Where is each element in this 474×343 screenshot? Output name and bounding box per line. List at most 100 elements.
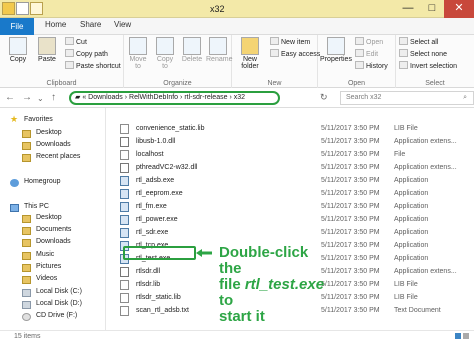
table-row[interactable]: rtl_sdr.exe 5/11/2017 3:50 PM Application [106, 227, 474, 240]
invert-selection-icon [399, 61, 408, 69]
table-row[interactable]: rtl_eeprom.exe 5/11/2017 3:50 PM Applicati… [106, 188, 474, 201]
document-icon [120, 124, 129, 134]
copy-to-button[interactable]: Copy to [153, 37, 177, 70]
table-row[interactable]: rtl_fm.exe 5/11/2017 3:50 PM Application [106, 201, 474, 214]
select-none-button[interactable]: Select none [399, 49, 447, 58]
properties-icon [327, 37, 345, 55]
exe-icon [120, 189, 129, 199]
minimize-button[interactable]: — [396, 0, 420, 18]
highlight-box [123, 246, 196, 260]
select-group-label: Select [425, 80, 445, 87]
open-button[interactable]: Open [355, 37, 383, 46]
new-item-button[interactable]: New item [270, 37, 310, 46]
nav-this-pc-pictures[interactable]: Pictures [22, 263, 61, 275]
homegroup-icon [10, 179, 19, 187]
back-button[interactable]: ← [5, 92, 15, 103]
tab-file[interactable]: File [0, 18, 34, 35]
table-row[interactable]: convenience_static.lib 5/11/2017 3:50 PM L… [106, 123, 474, 136]
nav-favorites-recent-places[interactable]: Recent places [22, 153, 80, 165]
delete-button[interactable]: Delete [180, 37, 204, 63]
breadcrumb-x32[interactable]: x32 [234, 94, 245, 101]
select-all-button[interactable]: Select all [399, 37, 438, 46]
maximize-button[interactable]: □ [420, 0, 444, 18]
table-row[interactable]: libusb-1.0.dll 5/11/2017 3:50 PM Applicati… [106, 136, 474, 149]
instruction-callout: Double-click the file rtl_test.exe to st… [219, 245, 334, 325]
clipboard-group: Copy Paste Cut Copy path Paste shortcut … [0, 35, 124, 88]
up-button[interactable]: ↑ [51, 92, 56, 103]
status-bar: 15 items [0, 330, 474, 343]
tab-share[interactable]: Share [80, 20, 101, 29]
search-input[interactable]: Search x32 ⌕ [340, 91, 474, 105]
copy-button[interactable]: Copy [6, 37, 30, 63]
copy-path-button[interactable]: Copy path [65, 49, 108, 58]
table-row[interactable]: localhost 5/11/2017 3:50 PM File [106, 149, 474, 162]
nav-favorites-desktop[interactable]: Desktop [22, 129, 62, 141]
close-button[interactable]: ✕ [444, 0, 474, 18]
invert-selection-button[interactable]: Invert selection [399, 61, 457, 70]
new-folder-button[interactable]: New folder [234, 37, 266, 70]
folder-icon[interactable] [2, 2, 15, 15]
nav-this-pc-videos[interactable]: Videos [22, 275, 57, 287]
title-bar: x32 — □ ✕ [0, 0, 474, 18]
easy-access-button[interactable]: Easy access [270, 49, 320, 58]
dll-icon [120, 137, 129, 147]
nav-homegroup[interactable]: Homegroup [10, 178, 61, 190]
document-icon[interactable] [16, 2, 29, 15]
history-button[interactable]: History [355, 61, 388, 70]
nav-this-pc-documents[interactable]: Documents [22, 226, 71, 238]
callout-line-1: Double-click the [219, 244, 309, 277]
new-folder-icon [241, 37, 259, 55]
exe-icon [120, 228, 129, 238]
paste-shortcut-icon [65, 61, 74, 69]
new-item-icon [270, 37, 279, 45]
nav-favorites-downloads[interactable]: Downloads [22, 141, 71, 153]
nav-local-disk-c[interactable]: Local Disk (C:) [22, 288, 82, 300]
breadcrumb[interactable]: ▰ « Downloads › RelWithDebInfo › rtl-sdr… [69, 91, 280, 105]
pictures-folder-icon [22, 264, 31, 272]
copy-icon [9, 37, 27, 55]
forward-button[interactable]: → [22, 92, 32, 103]
breadcrumb-relwithdebinfo[interactable]: RelWithDebInfo [129, 94, 178, 101]
table-row[interactable]: pthreadVC2-w32.dll 5/11/2017 3:50 PM Appli… [106, 162, 474, 175]
breadcrumb-rtl-sdr-release[interactable]: rtl-sdr-release [184, 94, 227, 101]
breadcrumb-downloads[interactable]: Downloads [88, 94, 123, 101]
nav-local-disk-d[interactable]: Local Disk (D:) [22, 300, 82, 312]
nav-this-pc-desktop[interactable]: Desktop [22, 214, 62, 226]
tab-home[interactable]: Home [45, 20, 66, 29]
nav-this-pc-downloads[interactable]: Downloads [22, 238, 71, 250]
desktop-folder-icon [22, 130, 31, 138]
cut-button[interactable]: Cut [65, 37, 87, 46]
paste-button[interactable]: Paste [34, 37, 60, 63]
paste-icon [38, 37, 56, 55]
document-icon [120, 280, 129, 290]
organize-group: Move to Copy to Delete Rename Organize [124, 35, 232, 88]
save-icon[interactable] [30, 2, 43, 15]
rename-icon [209, 37, 227, 55]
folder-icon: ▰ « [75, 94, 89, 101]
view-mode-icons[interactable] [455, 333, 471, 341]
table-row[interactable]: rtl_adsb.exe 5/11/2017 3:50 PM Application [106, 175, 474, 188]
properties-button[interactable]: Properties [320, 37, 352, 63]
ribbon: Copy Paste Cut Copy path Paste shortcut … [0, 35, 474, 88]
paste-label: Paste [38, 56, 56, 63]
drive-icon [22, 289, 31, 297]
document-icon [120, 306, 129, 316]
refresh-button[interactable]: ↻ [320, 92, 328, 103]
delete-icon [183, 37, 201, 55]
computer-icon [10, 204, 19, 212]
edit-button[interactable]: Edit [355, 49, 378, 58]
music-folder-icon [22, 252, 31, 260]
rename-button[interactable]: Rename [206, 37, 232, 63]
edit-icon [355, 49, 364, 57]
desktop-folder-icon [22, 215, 31, 223]
nav-favorites[interactable]: ★ Favorites [10, 114, 53, 128]
nav-this-pc-music[interactable]: Music [22, 251, 54, 263]
move-to-button[interactable]: Move to [126, 37, 150, 70]
copy-path-icon [65, 49, 74, 57]
new-group-label: New [267, 80, 282, 87]
recent-locations-button[interactable]: ⌄ [37, 94, 44, 103]
tab-view[interactable]: View [114, 20, 131, 29]
paste-shortcut-button[interactable]: Paste shortcut [65, 61, 121, 70]
table-row[interactable]: rtl_power.exe 5/11/2017 3:50 PM Applicatio… [106, 214, 474, 227]
nav-cd-drive-f[interactable]: CD Drive (F:) [22, 312, 77, 324]
